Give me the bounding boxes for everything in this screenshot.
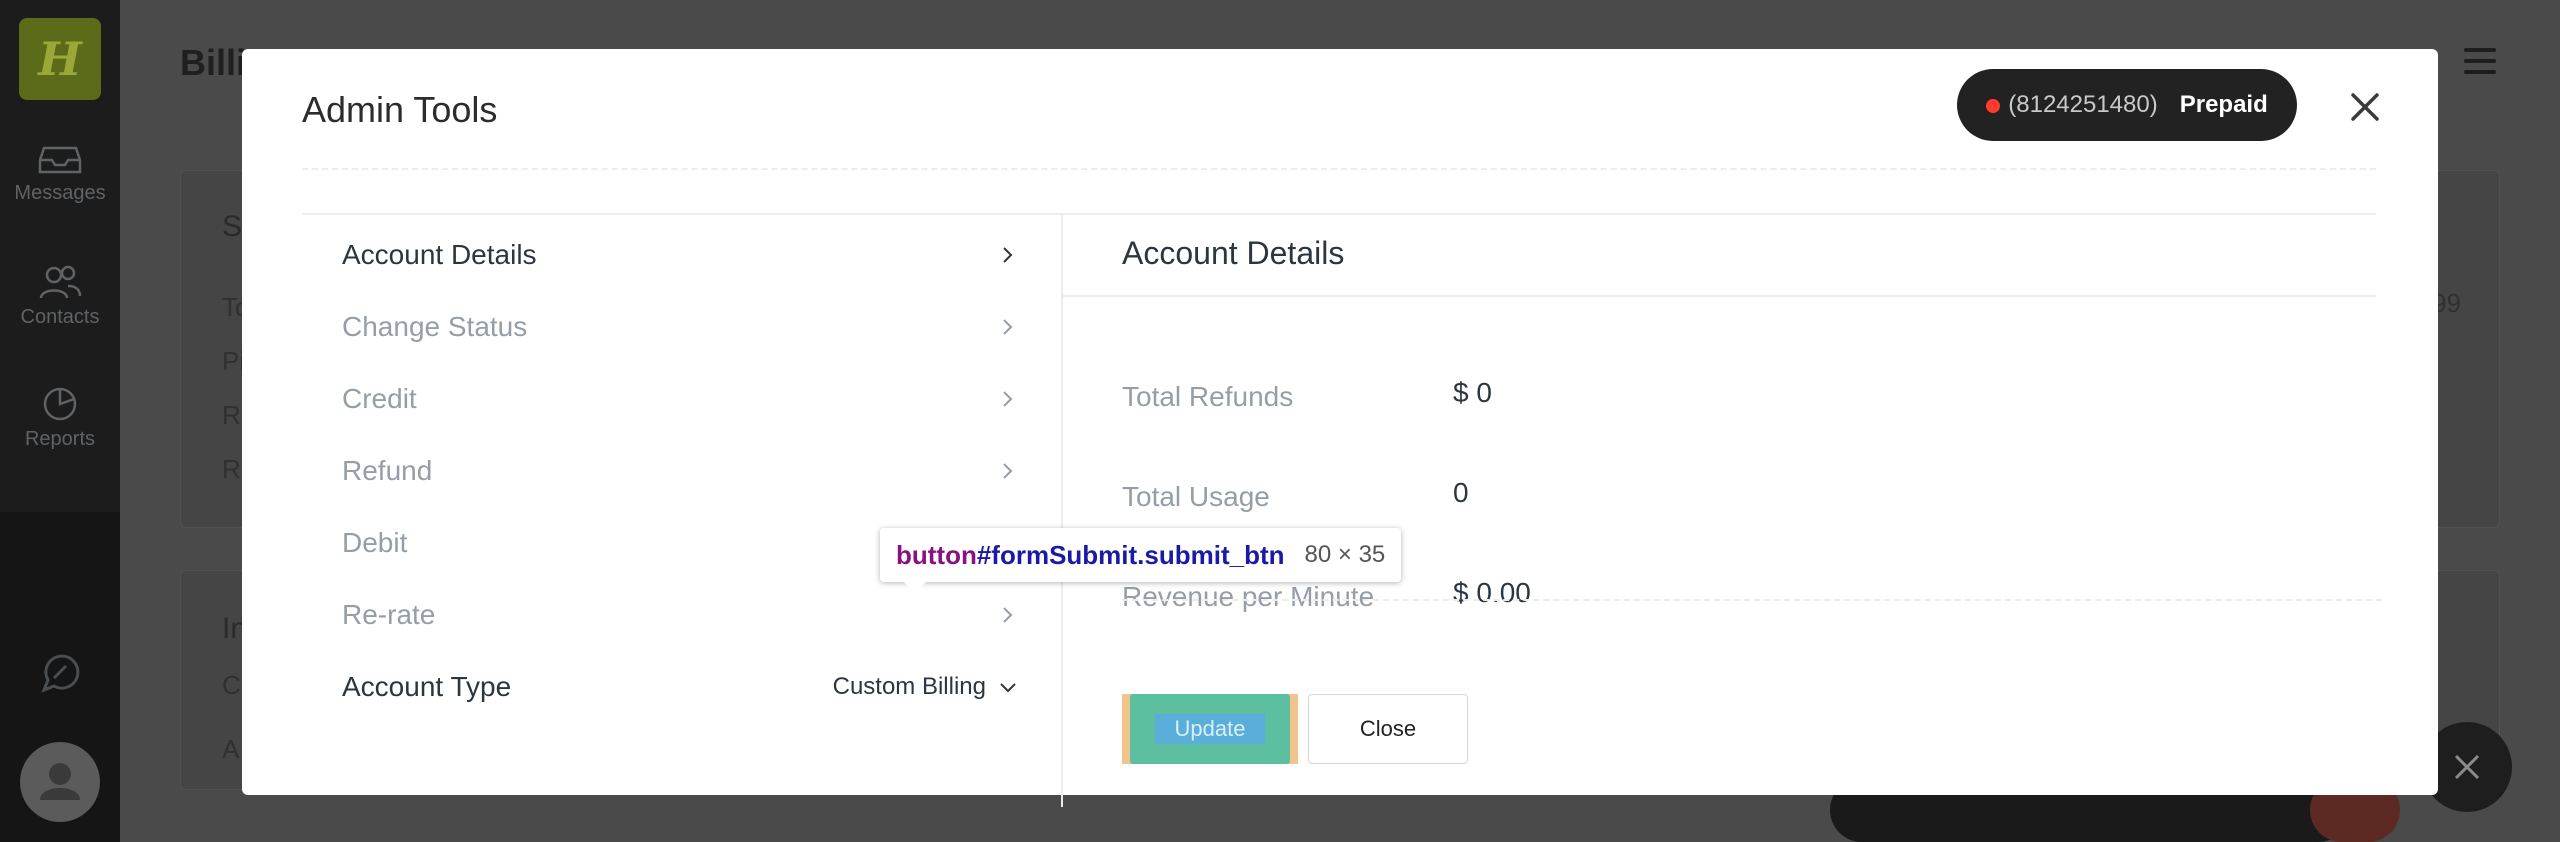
nav-item-messages[interactable]: Messages — [0, 140, 120, 205]
update-button[interactable]: Update — [1130, 694, 1290, 764]
nav-label-messages: Messages — [14, 182, 106, 204]
menu-item-label: Re-rate — [342, 599, 436, 630]
modal-title: Admin Tools — [302, 89, 498, 130]
phone-status-badge[interactable]: (8124251480) Prepaid — [1957, 69, 2297, 141]
panel-title-divider — [1062, 295, 2376, 297]
menu-item-label: Debit — [342, 527, 408, 558]
bg-fragment: C — [222, 670, 241, 700]
detail-label-total-usage: Total Usage — [1122, 481, 1270, 512]
menu-item-debit[interactable]: Debit — [342, 507, 1018, 579]
chevron-down-icon — [1000, 683, 1016, 693]
close-button[interactable]: Close — [1308, 694, 1468, 764]
page-title: Billi — [180, 42, 247, 83]
header-divider — [302, 168, 2376, 170]
menu-item-credit[interactable]: Credit — [342, 363, 1018, 435]
detail-label-revenue-per-minute: Revenue per Minute — [1122, 581, 1375, 612]
detail-label-total-refunds: Total Refunds — [1122, 381, 1294, 412]
bg-fragment: R — [222, 454, 241, 484]
menu-item-label: Account Details — [342, 239, 537, 270]
phone-number: (8124251480) — [1986, 91, 2158, 119]
contacts-icon — [38, 264, 82, 300]
form-divider — [1122, 599, 2382, 601]
close-icon[interactable] — [2347, 89, 2383, 125]
user-icon — [40, 763, 80, 800]
element-highlight-overlay: Update — [1122, 694, 1298, 764]
update-button-label: Update — [1154, 714, 1266, 744]
detail-value-total-usage: 0 — [1453, 477, 1469, 508]
nav-label-reports: Reports — [24, 428, 96, 450]
feedback-icon[interactable] — [38, 652, 82, 696]
bg-fragment: S — [222, 210, 243, 243]
nav-item-contacts[interactable]: Contacts — [0, 264, 120, 329]
chevron-right-icon — [1003, 391, 1013, 407]
nav-label-contacts: Contacts — [20, 306, 100, 328]
panel-title: Account Details — [1122, 235, 1345, 271]
menu-item-refund[interactable]: Refund — [342, 435, 1018, 507]
menu-item-label: Change Status — [342, 311, 528, 342]
chevron-right-icon — [1003, 535, 1013, 551]
admin-menu: Account Details Change Status Credit Ref… — [302, 215, 1062, 805]
detail-value-revenue-per-minute: $ 0.00 — [1453, 577, 1531, 608]
bg-fragment: R — [222, 400, 241, 430]
close-icon — [2454, 754, 2480, 780]
app-logo[interactable]: H — [19, 18, 101, 100]
hamburger-menu-icon[interactable] — [2464, 48, 2496, 74]
account-type-label: Account Type — [342, 671, 512, 702]
pie-chart-icon — [38, 386, 82, 422]
bg-fragment: A — [222, 734, 240, 764]
inbox-icon — [38, 140, 82, 176]
plan-label: Prepaid — [2179, 91, 2268, 118]
account-type-select[interactable]: Custom Billing — [833, 673, 1018, 701]
menu-item-account-details[interactable]: Account Details — [342, 219, 1018, 291]
account-type-value: Custom Billing — [832, 673, 986, 700]
menu-item-re-rate[interactable]: Re-rate — [342, 579, 1018, 651]
chevron-right-icon — [1003, 247, 1013, 263]
nav-item-reports[interactable]: Reports — [0, 386, 120, 451]
app-sidebar: H Messages Contacts Reports — [0, 0, 120, 842]
account-type-row: Account Type Custom Billing — [342, 651, 1018, 723]
avatar[interactable] — [20, 742, 100, 822]
menu-item-label: Refund — [342, 455, 433, 486]
menu-item-label: Credit — [342, 383, 417, 414]
panel-separator — [1061, 215, 1063, 807]
chevron-right-icon — [1003, 319, 1013, 335]
chevron-right-icon — [1003, 463, 1013, 479]
menu-item-change-status[interactable]: Change Status — [342, 291, 1018, 363]
admin-tools-modal: Admin Tools (8124251480) Prepaid Account… — [242, 49, 2438, 807]
chevron-right-icon — [1003, 607, 1013, 623]
detail-value-total-refunds: $ 0 — [1453, 377, 1492, 408]
status-dot-icon — [1986, 98, 2001, 113]
